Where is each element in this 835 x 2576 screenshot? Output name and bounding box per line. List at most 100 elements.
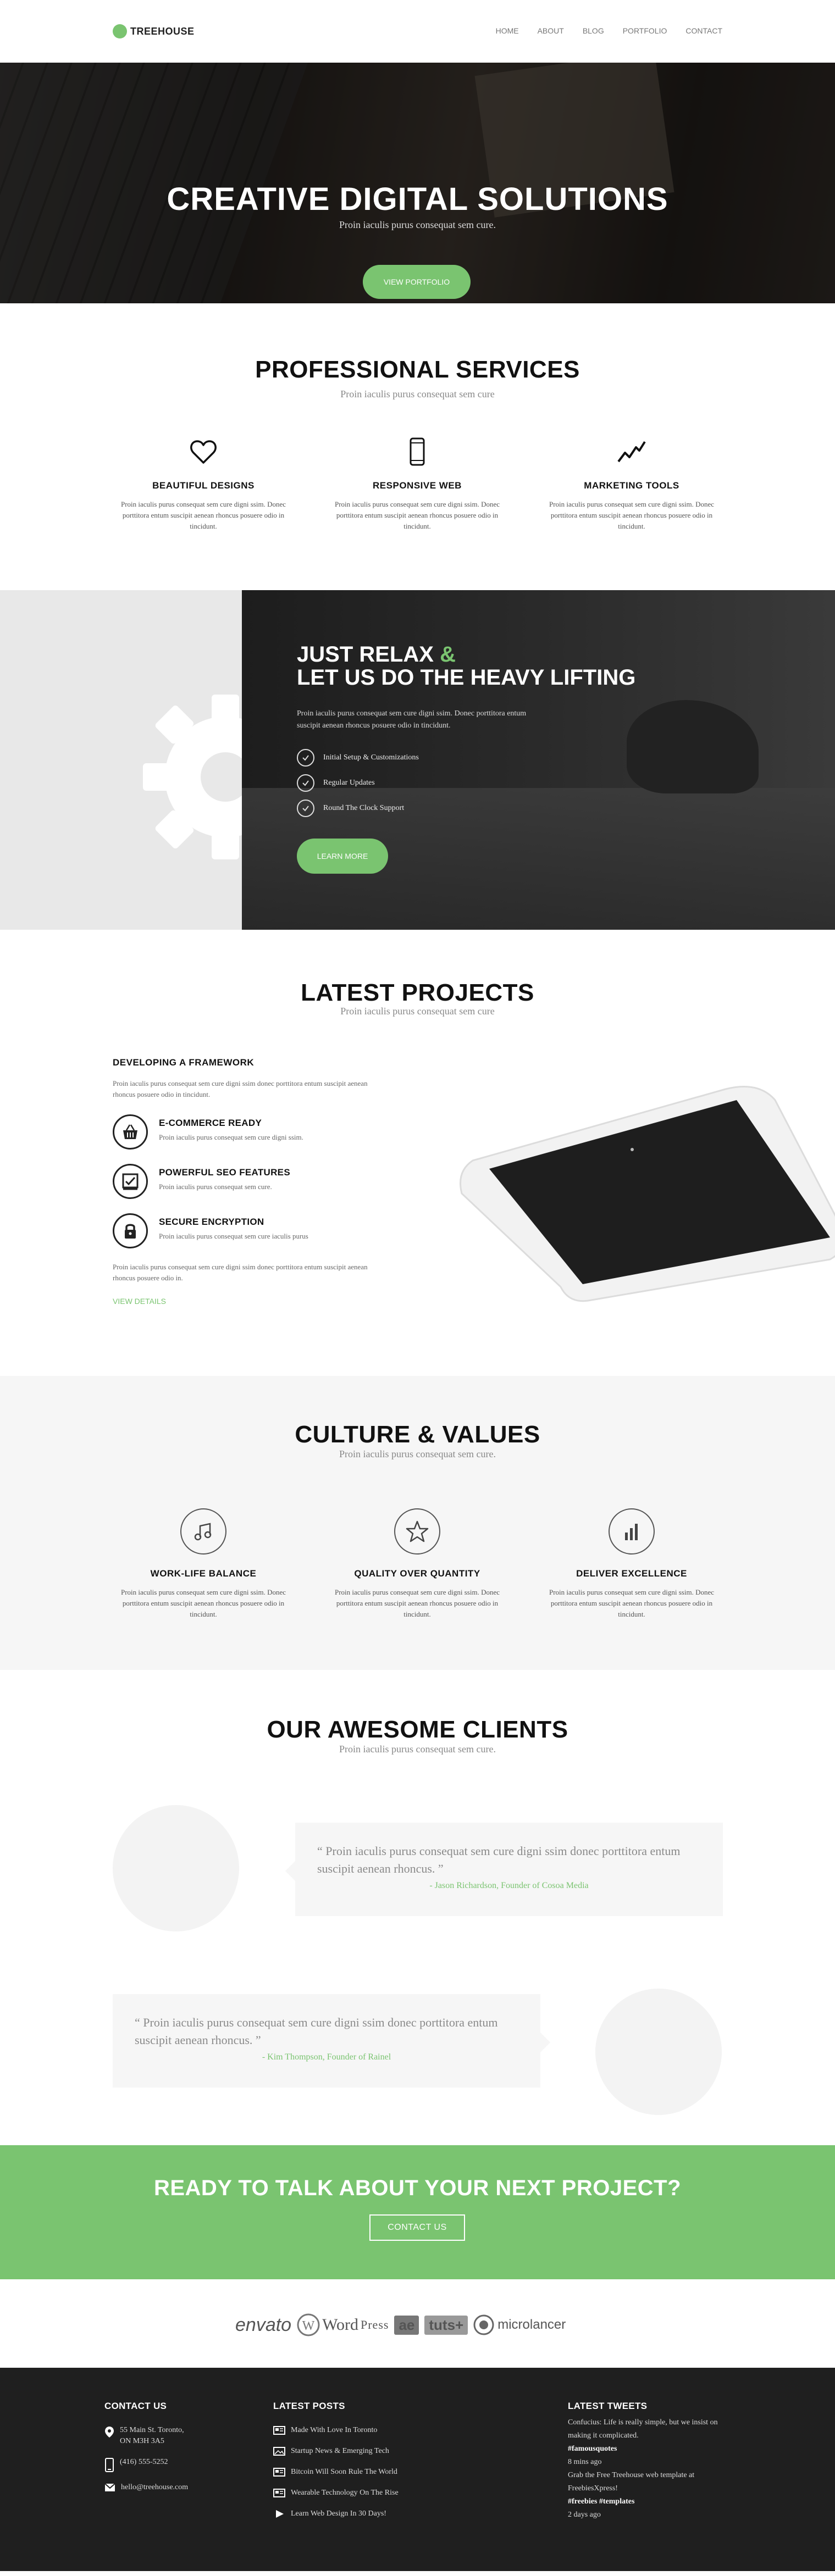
picture-icon [273, 2447, 285, 2456]
value-item: WORK-LIFE BALANCE Proin iaculis purus co… [113, 1507, 294, 1620]
contact-us-button[interactable]: CONTACT US [369, 2214, 465, 2241]
svg-text:W: W [302, 2319, 315, 2333]
view-details-link[interactable]: VIEW DETAILS [113, 1297, 166, 1306]
footer-posts-title: LATEST POSTS [273, 2401, 345, 2411]
testimonial-quote: “ Proin iaculis purus consequat sem cure… [317, 1844, 681, 1875]
nav-home[interactable]: HOME [496, 26, 519, 35]
learn-more-button[interactable]: LEARN MORE [297, 839, 388, 874]
rock-image [627, 700, 759, 793]
projects-title: LATEST PROJECTS [301, 979, 534, 1006]
testimonial-card: “ Proin iaculis purus consequat sem cure… [285, 1823, 723, 1916]
tuts-logo: tuts+ [424, 2315, 468, 2335]
music-icon [180, 1508, 226, 1555]
logo[interactable]: TREEHOUSE [113, 24, 195, 38]
heart-icon [113, 435, 294, 468]
project-feature: SECURE ENCRYPTION Proin iaculis purus con… [113, 1213, 388, 1248]
service-item: MARKETING TOOLS Proin iaculis purus cons… [541, 435, 722, 532]
relax-text: Proin iaculis purus consequat sem cure d… [297, 709, 527, 730]
tweet: Grab the Free Treehouse web template at … [568, 2471, 695, 2519]
value-text: Proin iaculis purus consequat sem cure d… [334, 1588, 500, 1618]
email-link[interactable]: hello@treehouse.com [104, 2482, 188, 2493]
client-avatar [113, 1805, 239, 1931]
nav-about[interactable]: ABOUT [538, 26, 564, 35]
clients-title: OUR AWESOME CLIENTS [267, 1716, 568, 1743]
ae-logo: ae [394, 2315, 419, 2335]
checklist-item: Regular Updates [297, 770, 419, 796]
footer-contact: CONTACT US 55 Main St. Toronto, ON M3H 3A… [104, 2401, 188, 2503]
post-link[interactable]: Startup News & Emerging Tech [273, 2446, 399, 2457]
testimonial-card: “ Proin iaculis purus consequat sem cure… [113, 1994, 550, 2088]
hero-section: CREATIVE DIGITAL SOLUTIONS Proin iaculis… [0, 63, 835, 303]
hero-title: CREATIVE DIGITAL SOLUTIONS [167, 181, 668, 217]
basket-icon [113, 1114, 148, 1150]
newspaper-icon [273, 2489, 285, 2497]
top-navbar: TREEHOUSE HOME ABOUT BLOG PORTFOLIO CONT… [0, 0, 835, 63]
culture-section: CULTURE & VALUES Proin iaculis purus con… [0, 1376, 835, 1670]
post-link[interactable]: Made With Love In Toronto [273, 2425, 399, 2436]
service-title: RESPONSIVE WEB [373, 480, 462, 491]
service-text: Proin iaculis purus consequat sem cure d… [120, 500, 286, 530]
bar-chart-icon [609, 1508, 655, 1555]
phone-icon [327, 435, 508, 468]
value-text: Proin iaculis purus consequat sem cure d… [549, 1588, 715, 1618]
star-icon [394, 1508, 440, 1555]
logo-dot-icon [113, 24, 127, 38]
value-title: QUALITY OVER QUANTITY [354, 1568, 480, 1579]
cta-title: READY TO TALK ABOUT YOUR NEXT PROJECT? [153, 2176, 682, 2200]
services-title: PROFESSIONAL SERVICES [255, 356, 580, 383]
microlancer-logo: microlancer [473, 2314, 566, 2335]
service-title: BEAUTIFUL DESIGNS [152, 480, 255, 491]
tablet-image [460, 1086, 835, 1302]
nav-contact[interactable]: CONTACT [685, 26, 722, 35]
service-item: BEAUTIFUL DESIGNS Proin iaculis purus co… [113, 435, 294, 532]
post-link[interactable]: Bitcoin Will Soon Rule The World [273, 2467, 399, 2478]
trend-icon [541, 435, 722, 468]
services-subtitle: Proin iaculis purus consequat sem cure [340, 388, 495, 399]
partners-strip: envato W Word Press ae tuts+ microlancer [0, 2279, 835, 2368]
partner-logos: envato W Word Press ae tuts+ microlancer [235, 2313, 566, 2336]
project-intro: Proin iaculis purus consequat sem cure d… [113, 1079, 368, 1098]
chart-check-icon [113, 1164, 148, 1199]
newspaper-icon [273, 2468, 285, 2477]
phone-icon [105, 2458, 114, 2472]
value-text: Proin iaculis purus consequat sem cure d… [120, 1588, 286, 1618]
clients-subtitle: Proin iaculis purus consequat sem cure. [339, 1744, 496, 1755]
nav-portfolio[interactable]: PORTFOLIO [623, 26, 667, 35]
post-link[interactable]: Learn Web Design In 30 Days! [273, 2508, 399, 2519]
footer-tweets-title: LATEST TWEETS [568, 2401, 648, 2411]
checklist-item: Initial Setup & Customizations [297, 745, 419, 770]
projects-section: LATEST PROJECTS Proin iaculis purus cons… [0, 930, 835, 1376]
footer-tweets: LATEST TWEETS Confucius: Life is really … [568, 2401, 733, 2522]
value-item: QUALITY OVER QUANTITY Proin iaculis puru… [327, 1507, 508, 1620]
hashtag-link[interactable]: #freebies #templates [568, 2497, 634, 2506]
service-text: Proin iaculis purus consequat sem cure d… [334, 500, 500, 530]
clients-section: OUR AWESOME CLIENTS Proin iaculis purus … [0, 1670, 835, 2145]
hashtag-link[interactable]: #famousquotes [568, 2445, 617, 2453]
service-title: MARKETING TOOLS [584, 480, 679, 491]
relax-section: JUST RELAX & LET US DO THE HEAVY LIFTING… [0, 590, 835, 930]
footer-contact-title: CONTACT US [104, 2401, 167, 2411]
service-item: RESPONSIVE WEB Proin iaculis purus conse… [327, 435, 508, 532]
services-section: PROFESSIONAL SERVICES Proin iaculis puru… [0, 303, 835, 590]
view-portfolio-button[interactable]: VIEW PORTFOLIO [363, 265, 471, 299]
value-title: WORK-LIFE BALANCE [150, 1568, 257, 1579]
tweet: Confucius: Life is really simple, but we… [568, 2418, 718, 2466]
project-details: DEVELOPING A FRAMEWORK Proin iaculis pur… [113, 1057, 388, 1307]
testimonial-author: - Kim Thompson, Founder of Rainel [262, 2052, 391, 2062]
location-pin-icon [105, 2427, 114, 2438]
newspaper-icon [273, 2426, 285, 2435]
envato-logo: envato [235, 2314, 292, 2335]
envelope-icon [104, 2483, 115, 2491]
service-text: Proin iaculis purus consequat sem cure d… [549, 500, 715, 530]
site-footer: CONTACT US 55 Main St. Toronto, ON M3H 3A… [0, 2368, 835, 2571]
project-feature: E-COMMERCE READY Proin iaculis purus cons… [113, 1114, 388, 1150]
nav-blog[interactable]: BLOG [583, 26, 604, 35]
address: 55 Main St. Toronto, ON M3H 3A5 [104, 2425, 188, 2447]
check-icon [297, 749, 314, 767]
post-link[interactable]: Wearable Technology On The Rise [273, 2488, 399, 2499]
client-avatar [595, 1989, 722, 2115]
checklist-item: Round The Clock Support [297, 796, 419, 821]
culture-subtitle: Proin iaculis purus consequat sem cure. [339, 1448, 496, 1459]
culture-title: CULTURE & VALUES [295, 1421, 540, 1448]
logo-text: TREEHOUSE [130, 25, 195, 37]
